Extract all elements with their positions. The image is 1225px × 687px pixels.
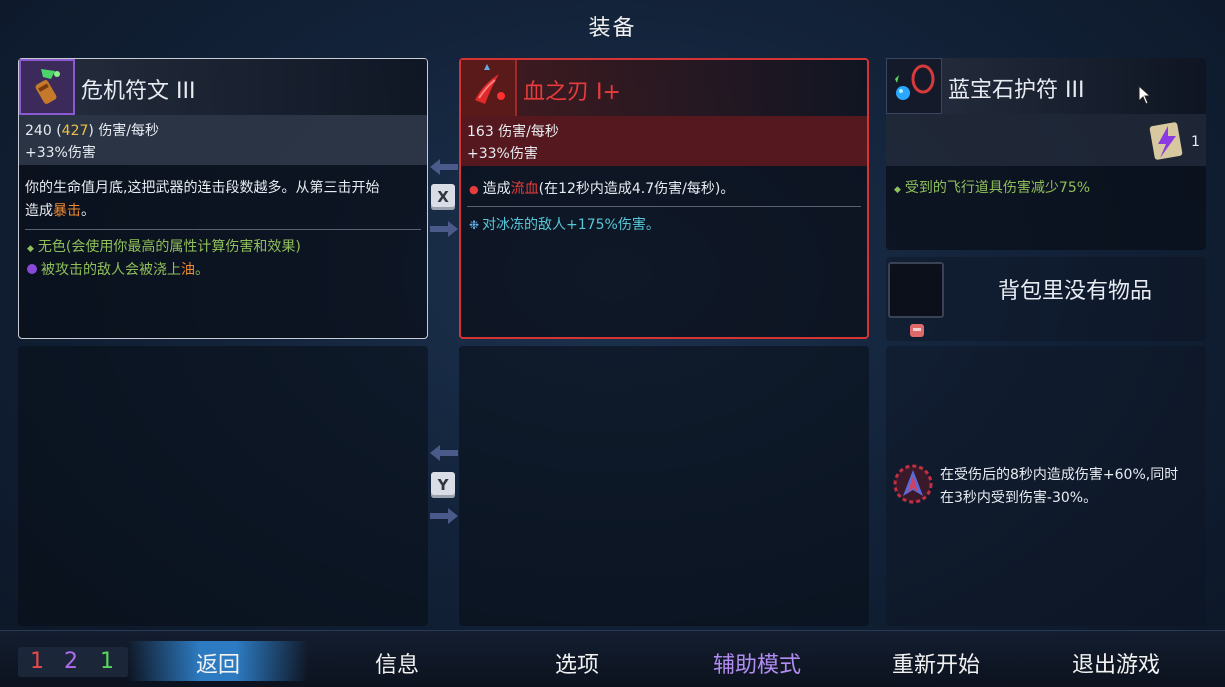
weapon-1-mod-2: 被攻击的敌人会被浇上油。 bbox=[27, 260, 209, 280]
crisis-rune-icon bbox=[19, 59, 75, 115]
weapon-2-stats: 163 伤害/每秒 +33%伤害 bbox=[461, 116, 867, 166]
diamond-bullet-icon: ◆ bbox=[894, 185, 901, 195]
backpack-section: 背包里没有物品 bbox=[886, 257, 1206, 341]
diamond-bullet-icon: ◆ bbox=[27, 244, 34, 254]
weapon-1-mod-2a: 被攻击的敌人会被浇上 bbox=[41, 262, 181, 278]
amulet-name: 蓝宝石护符 III bbox=[948, 78, 1085, 103]
back-button[interactable]: 返回 bbox=[128, 647, 308, 679]
weapon-1-stats: 240 (427) 伤害/每秒 +33%伤害 bbox=[19, 115, 427, 165]
weapon-2-name: 血之刃 I+ bbox=[523, 80, 621, 105]
weapon-slot-1[interactable]: 危机符文 III 240 (427) 伤害/每秒 +33%伤害 你的生命值月底,… bbox=[18, 58, 428, 339]
weapon-1-name: 危机符文 III bbox=[81, 79, 196, 104]
brutality-stat: 1 bbox=[30, 649, 44, 674]
oil-orb-icon bbox=[27, 264, 37, 274]
power-scroll-icon bbox=[1148, 120, 1184, 162]
backpack-empty-text: 背包里没有物品 bbox=[998, 279, 1153, 304]
weapon-2-effect: ● 造成流血(在12秒内造成4.7伤害/每秒)。 bbox=[469, 179, 734, 200]
page-title: 装备 bbox=[588, 16, 637, 41]
weapon-1-dps-bonus: 427 bbox=[61, 123, 89, 139]
bleed-keyword: 流血 bbox=[510, 181, 539, 197]
mouse-cursor-icon bbox=[1138, 85, 1152, 105]
amulet-mod-1-text: 受到的飞行道具伤害减少75% bbox=[904, 180, 1091, 196]
assist-mode-button[interactable]: 辅助模式 bbox=[687, 647, 827, 679]
weapon-1-mod-2c: 。 bbox=[195, 262, 209, 278]
amulet-mod-1: ◆ 受到的飞行道具伤害减少75% bbox=[894, 178, 1090, 200]
weapon-1-divider bbox=[25, 229, 421, 230]
oil-keyword: 油 bbox=[181, 262, 195, 278]
weapon-2-mod-1-text: 对冰冻的敌人+175%伤害。 bbox=[482, 217, 660, 233]
sapphire-amulet-icon bbox=[886, 58, 942, 114]
info-button[interactable]: 信息 bbox=[337, 647, 457, 679]
swap-right-arrow-icon-2 bbox=[430, 508, 458, 524]
weapon-1-mod-1: ◆ 无色(会使用你最高的属性计算伤害和效果) bbox=[27, 237, 301, 259]
swap-key-x: X bbox=[431, 184, 455, 210]
bottom-menu-bar: 1 2 1 返回 信息 选项 辅助模式 重新开始 退出游戏 bbox=[0, 630, 1225, 687]
crit-keyword: 暴击 bbox=[53, 203, 81, 219]
survival-stat: 1 bbox=[100, 649, 114, 674]
weapon-2-dps: 163 伤害/每秒 bbox=[467, 124, 559, 140]
weapon-2-divider bbox=[467, 206, 861, 207]
skill-slot-1[interactable] bbox=[18, 346, 428, 626]
snowflake-icon: ❉ bbox=[469, 218, 480, 232]
quit-game-button[interactable]: 退出游戏 bbox=[1046, 647, 1186, 679]
swap-left-arrow-icon bbox=[430, 159, 458, 175]
amulet-slot[interactable]: 蓝宝石护符 III 1 ◆ 受到的飞行道具伤害减少75% bbox=[886, 58, 1206, 250]
weapon-1-bonus: +33%伤害 bbox=[25, 145, 96, 161]
weapon-2-effect-a: 造成 bbox=[482, 181, 511, 197]
swap-right-arrow-icon bbox=[430, 221, 458, 237]
weapon-1-dps-unit: 伤害/每秒 bbox=[98, 123, 160, 139]
scroll-stats: 1 2 1 bbox=[18, 647, 128, 677]
mutation-line-1: 在受伤后的8秒内造成伤害+60%,同时 bbox=[940, 467, 1179, 483]
weapon-2-effect-c: (在12秒内造成4.7伤害/每秒)。 bbox=[538, 181, 735, 197]
backpack-icon bbox=[908, 321, 926, 339]
weapon-1-desc-line2c: 。 bbox=[81, 203, 95, 219]
mutation-icon[interactable] bbox=[891, 462, 935, 506]
mutation-description: 在受伤后的8秒内造成伤害+60%,同时 在3秒内受到伤害-30%。 bbox=[940, 464, 1178, 510]
weapon-slot-2[interactable]: 血之刃 I+ 163 伤害/每秒 +33%伤害 ● 造成流血(在12秒内造成4.7… bbox=[459, 58, 869, 339]
weapon-1-dps-base: 240 bbox=[25, 123, 52, 139]
weapon-2-header bbox=[461, 60, 867, 116]
mutation-line-2: 在3秒内受到伤害-30%。 bbox=[940, 490, 1098, 506]
swap-key-y: Y bbox=[431, 472, 455, 498]
weapon-2-mod-1: ❉ 对冰冻的敌人+175%伤害。 bbox=[469, 215, 660, 235]
weapon-1-description: 你的生命值月底,这把武器的连击段数越多。从第三击开始 造成暴击。 bbox=[25, 177, 421, 223]
skill-slot-2[interactable] bbox=[459, 346, 869, 626]
options-button[interactable]: 选项 bbox=[517, 647, 637, 679]
backpack-slot[interactable] bbox=[888, 262, 944, 318]
paren-close: ) bbox=[88, 123, 94, 139]
blood-sword-icon bbox=[461, 60, 517, 116]
weapon-1-desc-line2a: 造成 bbox=[25, 203, 53, 219]
mutation-panel: 在受伤后的8秒内造成伤害+60%,同时 在3秒内受到伤害-30%。 bbox=[886, 346, 1206, 626]
tactics-stat: 2 bbox=[64, 649, 78, 674]
restart-button[interactable]: 重新开始 bbox=[866, 647, 1006, 679]
scroll-count: 1 bbox=[1191, 134, 1200, 150]
weapon-1-desc-line1: 你的生命值月底,这把武器的连击段数越多。从第三击开始 bbox=[25, 180, 380, 196]
weapon-1-mod-1-text: 无色(会使用你最高的属性计算伤害和效果) bbox=[37, 239, 301, 255]
weapon-2-bonus: +33%伤害 bbox=[467, 146, 538, 162]
blood-drop-icon: ● bbox=[469, 183, 479, 196]
swap-left-arrow-icon-2 bbox=[430, 445, 458, 461]
